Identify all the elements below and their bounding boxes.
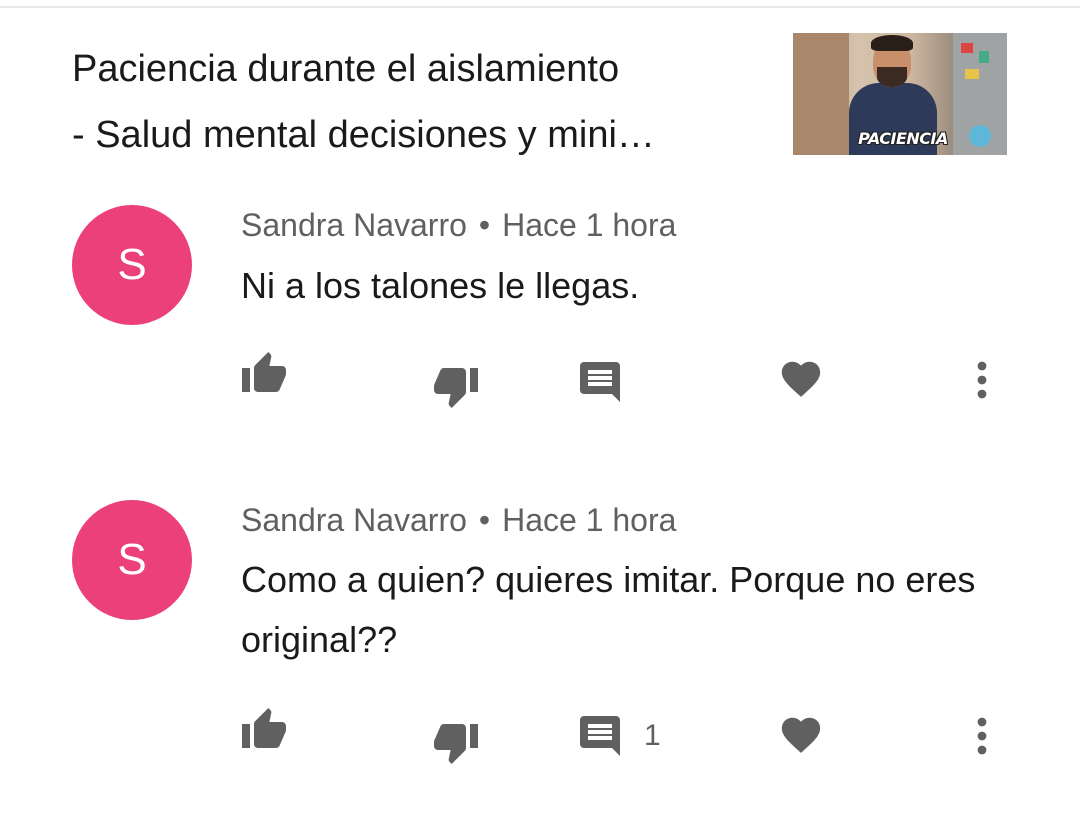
thumb-up-icon <box>242 352 286 392</box>
thumbnail-caption: PACIENCIA <box>858 129 948 148</box>
more-options-button[interactable] <box>958 712 1006 760</box>
page: Paciencia durante el aislamiento - Salud… <box>0 0 1080 833</box>
reply-button[interactable]: 1 <box>576 712 661 760</box>
thumb-up-icon <box>242 708 286 748</box>
comment-text: Ni a los talones le llegas. <box>241 265 640 306</box>
comment-author[interactable]: Sandra Navarro <box>241 502 467 538</box>
more-options-button[interactable] <box>958 356 1006 404</box>
video-thumbnail[interactable]: PACIENCIA <box>793 33 1007 155</box>
comment-time: Hace 1 hora <box>502 207 677 243</box>
video-header[interactable]: Paciencia durante el aislamiento - Salud… <box>72 36 772 168</box>
thumb-down-icon <box>434 724 478 764</box>
more-vert-icon <box>977 717 987 755</box>
reply-button[interactable] <box>576 358 644 406</box>
dislike-button[interactable] <box>432 362 480 410</box>
comment-text: Como a quien? quieres imitar. Porque no … <box>241 559 976 660</box>
avatar[interactable]: S <box>72 500 192 620</box>
meta-separator: • <box>478 502 491 538</box>
heart-button[interactable] <box>778 356 824 402</box>
reply-count: 1 <box>644 719 661 752</box>
avatar-letter: S <box>117 240 147 289</box>
video-title[interactable]: Paciencia durante el aislamiento - Salud… <box>72 36 772 168</box>
like-button[interactable] <box>240 706 288 754</box>
heart-button[interactable] <box>778 712 824 758</box>
avatar[interactable]: S <box>72 205 192 325</box>
dislike-button[interactable] <box>432 718 480 766</box>
heart-icon <box>781 717 821 753</box>
top-divider <box>0 6 1080 8</box>
thumb-down-icon <box>434 368 478 408</box>
comment-time: Hace 1 hora <box>502 502 677 538</box>
like-button[interactable] <box>240 350 288 398</box>
avatar-letter: S <box>117 535 147 584</box>
comment-icon <box>580 362 620 402</box>
more-vert-icon <box>977 361 987 399</box>
comment-meta: Sandra Navarro • Hace 1 hora <box>241 207 676 244</box>
heart-icon <box>781 361 821 397</box>
comment-meta: Sandra Navarro • Hace 1 hora <box>241 502 676 539</box>
comment-icon <box>580 716 620 756</box>
comment-author[interactable]: Sandra Navarro <box>241 207 467 243</box>
meta-separator: • <box>478 207 491 243</box>
